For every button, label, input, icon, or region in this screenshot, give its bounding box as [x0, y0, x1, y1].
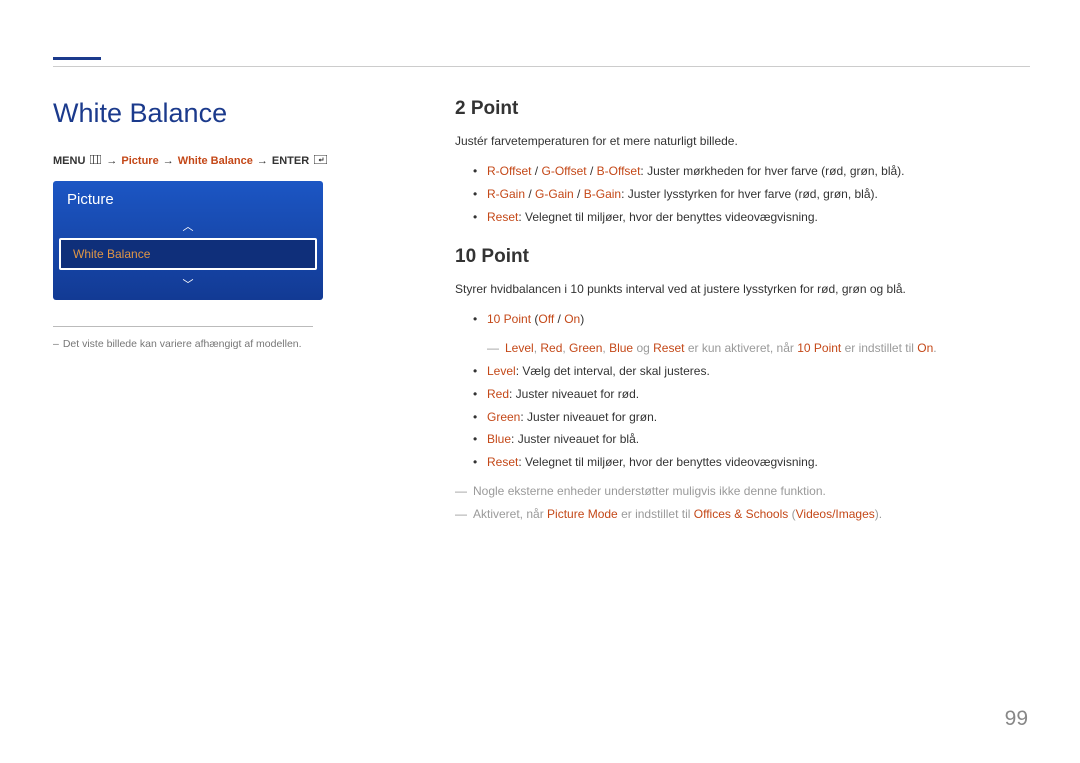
term-level: Level: [505, 341, 534, 355]
breadcrumb: MENU → Picture → White Balance → ENTER: [53, 155, 373, 167]
left-column: White Balance MENU → Picture → White Bal…: [53, 98, 373, 353]
list-item: Reset: Velegnet til miljøer, hvor der be…: [473, 206, 1030, 229]
footnote-picture-mode: ― Aktiveret, når Picture Mode er indstill…: [455, 503, 1030, 526]
breadcrumb-arrow-3: →: [257, 155, 268, 167]
term-reset: Reset: [487, 455, 518, 469]
page-title: White Balance: [53, 98, 373, 129]
list-item: Level: Vælg det interval, der skal juste…: [473, 360, 1030, 383]
page-number: 99: [1005, 707, 1028, 731]
opt-videos-images: Videos/Images: [796, 507, 875, 521]
accent-bar: [53, 57, 101, 60]
osd-selected-item: White Balance: [59, 238, 317, 270]
term-blue: Blue: [609, 341, 633, 355]
term-red: Red: [487, 387, 509, 401]
enter-icon: [313, 155, 328, 167]
term-reset: Reset: [653, 341, 684, 355]
breadcrumb-arrow-2: →: [163, 155, 174, 167]
text: Nogle eksterne enheder understøtter muli…: [473, 484, 826, 498]
sep: /: [574, 187, 584, 201]
sep: /: [587, 164, 597, 178]
osd-menu-header: Picture: [53, 181, 323, 216]
left-divider: [53, 326, 313, 327]
text: : Velegnet til miljøer, hvor der benytte…: [518, 210, 817, 224]
text: er indstillet til: [618, 507, 694, 521]
dash-mark: ―: [487, 341, 499, 355]
term-blue: Blue: [487, 432, 511, 446]
horizontal-rule: [53, 66, 1030, 67]
footnote-external: ― Nogle eksterne enheder understøtter mul…: [455, 480, 1030, 503]
dash-mark: ―: [455, 507, 467, 521]
breadcrumb-picture: Picture: [121, 155, 158, 167]
term-b-gain: B-Gain: [584, 187, 621, 201]
opt-on: On: [917, 341, 933, 355]
text: ).: [875, 507, 882, 521]
term-g-gain: G-Gain: [535, 187, 574, 201]
sep: /: [525, 187, 535, 201]
breadcrumb-white-balance: White Balance: [178, 155, 253, 167]
list-item: Blue: Juster niveauet for blå.: [473, 428, 1030, 451]
text: er indstillet til: [841, 341, 917, 355]
top-rule-group: [53, 57, 1030, 67]
term-10-point: 10 Point: [797, 341, 841, 355]
term-reset: Reset: [487, 210, 518, 224]
heading-10-point: 10 Point: [455, 246, 1030, 268]
term-10-point: 10 Point: [487, 312, 531, 326]
breadcrumb-enter-label: ENTER: [272, 155, 309, 167]
osd-down-arrow: ﹀: [53, 274, 323, 300]
text: : Juster lysstyrken for hver farve (rød,…: [621, 187, 878, 201]
dash-mark: ―: [455, 484, 467, 498]
text: ): [580, 312, 584, 326]
text: og: [633, 341, 653, 355]
subnote-10p-enable: ―Level, Red, Green, Blue og Reset er kun…: [487, 337, 1030, 360]
intro-2-point: Justér farvetemperaturen for et mere nat…: [455, 132, 1030, 150]
text: : Juster niveauet for rød.: [509, 387, 639, 401]
right-column: 2 Point Justér farvetemperaturen for et …: [455, 98, 1030, 526]
osd-menu-preview: Picture ︿ White Balance ﹀: [53, 181, 323, 300]
text: : Velegnet til miljøer, hvor der benytte…: [518, 455, 817, 469]
text: /: [554, 312, 564, 326]
text: : Juster mørkheden for hver farve (rød, …: [640, 164, 904, 178]
term-green: Green: [487, 410, 520, 424]
list-item: Red: Juster niveauet for rød.: [473, 383, 1030, 406]
list-item: Reset: Velegnet til miljøer, hvor der be…: [473, 451, 1030, 474]
list-2-point: R-Offset / G-Offset / B-Offset: Juster m…: [473, 160, 1030, 228]
text: : Vælg det interval, der skal justeres.: [516, 364, 710, 378]
list-10-point-cont: Level: Vælg det interval, der skal juste…: [473, 360, 1030, 474]
list-10-point: 10 Point (Off / On): [473, 308, 1030, 331]
list-item: Green: Juster niveauet for grøn.: [473, 406, 1030, 429]
breadcrumb-arrow-1: →: [106, 155, 117, 167]
term-level: Level: [487, 364, 516, 378]
term-b-offset: B-Offset: [597, 164, 641, 178]
term-red: Red: [540, 341, 562, 355]
note-dash: –: [53, 338, 59, 350]
text: : Juster niveauet for grøn.: [520, 410, 657, 424]
menu-grid-icon: [89, 155, 102, 167]
text: : Juster niveauet for blå.: [511, 432, 639, 446]
list-item: 10 Point (Off / On): [473, 308, 1030, 331]
list-item: R-Offset / G-Offset / B-Offset: Juster m…: [473, 160, 1030, 183]
term-picture-mode: Picture Mode: [547, 507, 618, 521]
sep: /: [531, 164, 541, 178]
term-green: Green: [569, 341, 602, 355]
breadcrumb-menu-label: MENU: [53, 155, 85, 167]
intro-10-point: Styrer hvidbalancen i 10 punkts interval…: [455, 280, 1030, 298]
text: .: [933, 341, 936, 355]
opt-on: On: [564, 312, 580, 326]
osd-up-arrow: ︿: [53, 216, 323, 238]
opt-off: Off: [538, 312, 554, 326]
text: er kun aktiveret, når: [684, 341, 797, 355]
text: (: [788, 507, 795, 521]
list-item: R-Gain / G-Gain / B-Gain: Juster lysstyr…: [473, 183, 1030, 206]
term-r-offset: R-Offset: [487, 164, 531, 178]
term-g-offset: G-Offset: [541, 164, 586, 178]
text: Aktiveret, når: [473, 507, 547, 521]
model-note: –Det viste billede kan variere afhængigt…: [53, 337, 373, 353]
opt-offices-schools: Offices & Schools: [694, 507, 789, 521]
heading-2-point: 2 Point: [455, 98, 1030, 120]
term-r-gain: R-Gain: [487, 187, 525, 201]
note-text: Det viste billede kan variere afhængigt …: [63, 338, 302, 350]
